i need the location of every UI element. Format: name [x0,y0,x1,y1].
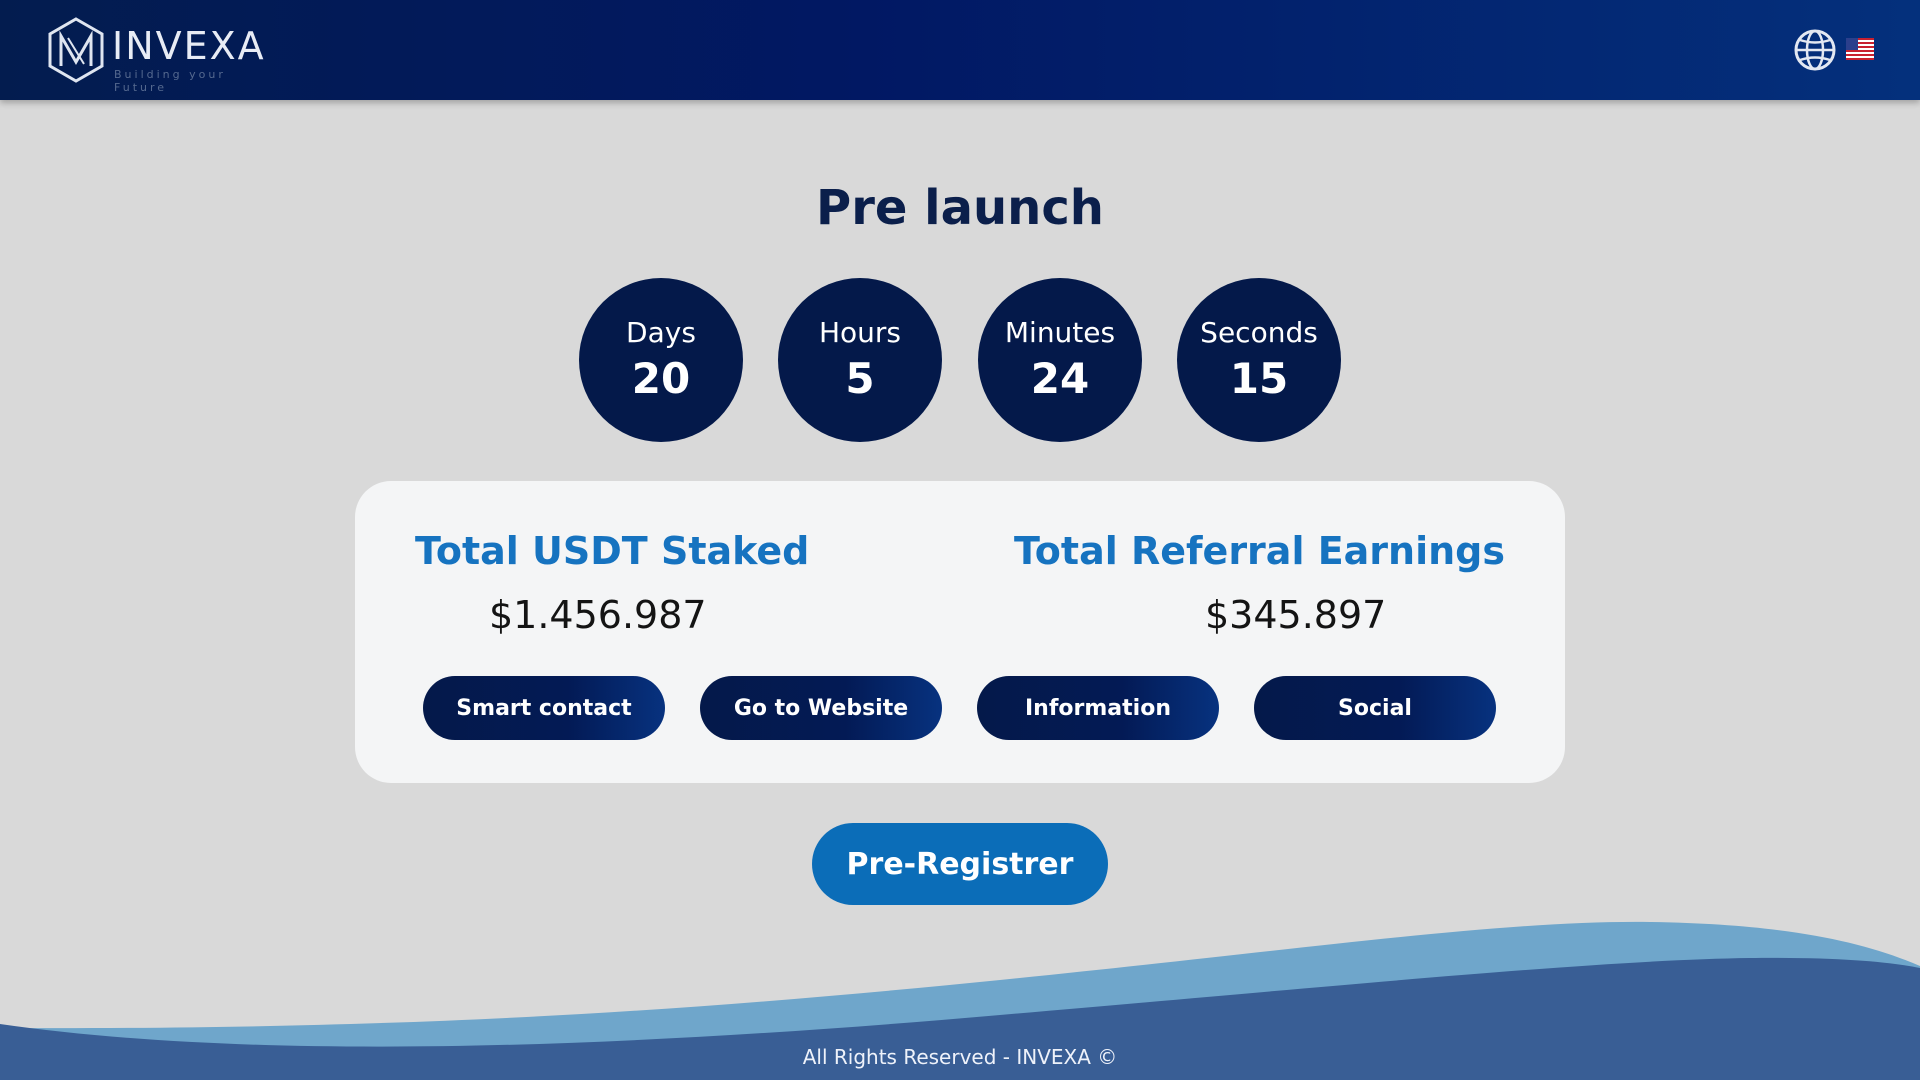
total-referral-value: $345.897 [1205,593,1387,637]
countdown-hours: Hours 5 [778,278,942,442]
header: INVEXA Building your Future [0,0,1920,100]
pre-register-button[interactable]: Pre-Registrer [812,823,1108,905]
page-title: Pre launch [816,180,1104,236]
countdown-label: Minutes [1004,316,1116,349]
total-staked-value: $1.456.987 [489,593,707,637]
smart-contract-button[interactable]: Smart contact [423,676,665,740]
countdown-label: Hours [818,316,902,349]
us-flag-icon[interactable] [1846,38,1874,60]
go-to-website-button[interactable]: Go to Website [700,676,942,740]
social-button[interactable]: Social [1254,676,1496,740]
total-referral-title: Total Referral Earnings [1013,529,1505,573]
logo[interactable]: INVEXA Building your Future [46,16,266,94]
countdown-value: 15 [1229,354,1289,403]
logo-text: INVEXA [112,24,266,68]
total-staked-title: Total USDT Staked [415,529,810,573]
countdown-label: Days [626,316,696,349]
information-button[interactable]: Information [977,676,1219,740]
invexa-logo-icon [48,17,104,83]
stats-card: Total USDT Staked $1.456.987 Total Refer… [355,481,1565,783]
footer-copyright: All Rights Reserved - INVEXA © [802,1045,1118,1069]
countdown-value: 20 [631,354,691,403]
globe-icon[interactable] [1794,29,1836,71]
countdown-days: Days 20 [579,278,743,442]
countdown-value: 5 [845,354,875,403]
countdown-seconds: Seconds 15 [1177,278,1341,442]
countdown-value: 24 [1030,354,1090,403]
logo-tagline: Building your Future [114,68,226,94]
countdown-minutes: Minutes 24 [978,278,1142,442]
countdown-label: Seconds [1200,316,1318,349]
